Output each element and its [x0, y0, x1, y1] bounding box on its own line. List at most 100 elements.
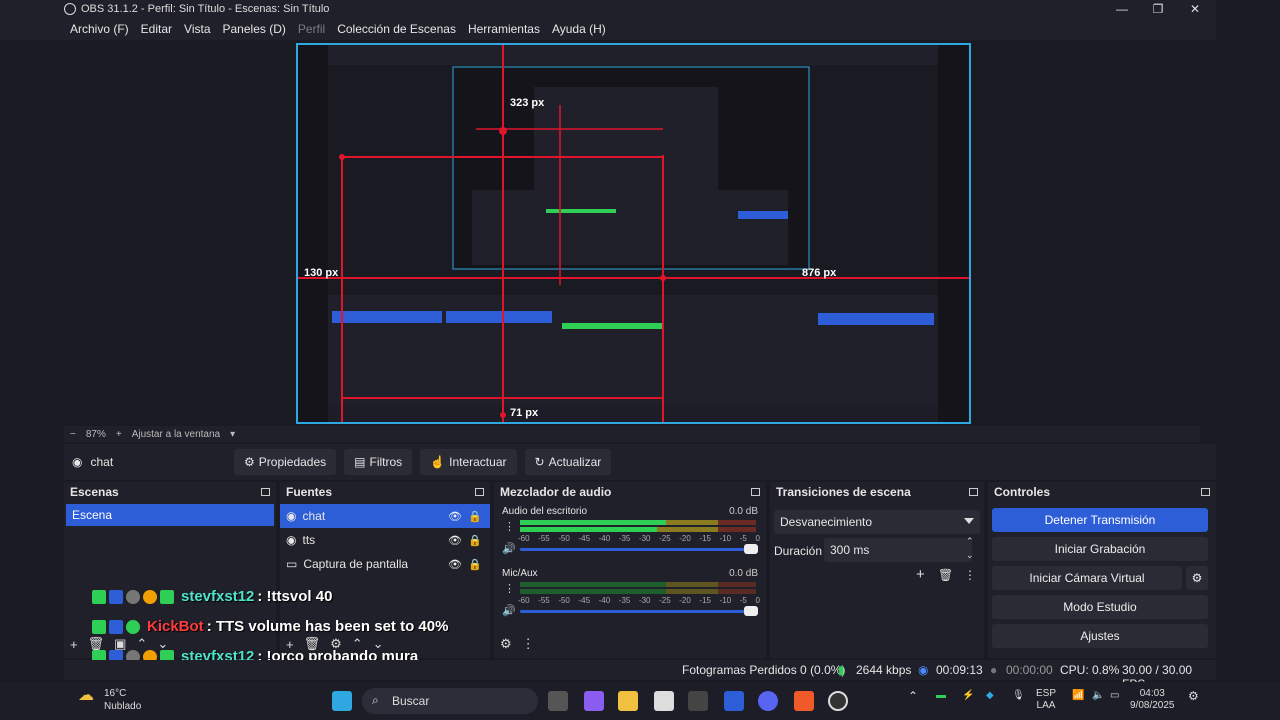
- more-icon[interactable]: ⋮: [964, 568, 976, 582]
- more-icon[interactable]: ⋮: [522, 636, 535, 652]
- menu-archivo[interactable]: Archivo (F): [70, 22, 129, 36]
- more-icon[interactable]: ⋮: [504, 582, 515, 595]
- clock[interactable]: 04:03 9/08/2025: [1130, 688, 1175, 712]
- stream-time: 00:09:13: [936, 663, 983, 677]
- defender-icon[interactable]: ◆: [986, 690, 994, 702]
- microphone-icon[interactable]: 🎙: [1012, 690, 1025, 702]
- volume-slider[interactable]: [520, 610, 754, 613]
- maximize-button[interactable]: ❐: [1141, 0, 1175, 18]
- filters-button[interactable]: ▤ Filtros: [344, 449, 413, 475]
- studio-mode-button[interactable]: Modo Estudio: [992, 595, 1208, 619]
- menu-coleccion-escenas[interactable]: Colección de Escenas: [337, 22, 456, 36]
- undock-icon[interactable]: [475, 488, 484, 496]
- menu-vista[interactable]: Vista: [184, 22, 210, 36]
- scene-item[interactable]: Escena: [66, 504, 274, 526]
- stop-streaming-button[interactable]: Detener Transmisión: [992, 508, 1208, 532]
- lock-icon[interactable]: 🔒: [468, 534, 482, 547]
- chevron-down-icon[interactable]: ⌄: [966, 550, 974, 561]
- settings-button[interactable]: Ajustes: [992, 624, 1208, 648]
- duration-input[interactable]: 300 ms: [824, 538, 972, 562]
- obs-logo-icon: [64, 3, 76, 15]
- eye-icon[interactable]: 👁: [448, 534, 462, 547]
- chevron-down-icon: [964, 518, 974, 524]
- app-icon[interactable]: [688, 691, 708, 711]
- usb-icon[interactable]: ⚡: [962, 690, 974, 702]
- refresh-button[interactable]: ↻ Actualizar: [524, 449, 612, 475]
- wifi-icon[interactable]: 📶: [1072, 690, 1084, 702]
- chat-username: KickBot: [147, 618, 204, 635]
- menu-ayuda[interactable]: Ayuda (H): [552, 22, 606, 36]
- tray-app-icon[interactable]: ▬: [936, 690, 946, 702]
- trash-icon[interactable]: 🗑: [938, 568, 953, 582]
- more-icon[interactable]: ⋮: [504, 520, 515, 533]
- program-preview[interactable]: 323 px 130 px 876 px 71 px: [296, 43, 971, 424]
- obs-taskbar-icon[interactable]: [828, 691, 848, 711]
- lock-icon[interactable]: 🔒: [468, 510, 482, 523]
- chevron-up-icon[interactable]: ⌃: [908, 690, 918, 702]
- minimize-button[interactable]: —: [1105, 0, 1139, 18]
- kick-badge-icon: [92, 589, 106, 604]
- current-source-name: chat: [90, 455, 114, 469]
- chevron-up-icon[interactable]: ⌃: [966, 536, 974, 547]
- title-bar: OBS 31.1.2 - Perfil: Sin Título - Escena…: [0, 0, 1216, 18]
- undock-icon[interactable]: [1201, 488, 1210, 496]
- chevron-down-icon[interactable]: ▾: [230, 429, 235, 440]
- speaker-icon[interactable]: 🔊: [502, 542, 516, 555]
- volume-icon[interactable]: 🔈: [1092, 690, 1104, 702]
- eye-icon[interactable]: 👁: [448, 510, 462, 523]
- track-name: Mic/Aux: [502, 568, 538, 579]
- copilot-icon[interactable]: [584, 691, 604, 711]
- record-icon: ●: [990, 663, 998, 677]
- volume-slider-handle[interactable]: [744, 544, 758, 554]
- track-name: Audio del escritorio: [502, 506, 588, 517]
- lock-icon[interactable]: 🔒: [468, 558, 482, 571]
- eye-icon[interactable]: 👁: [448, 558, 462, 571]
- current-source: ◉ chat: [72, 455, 232, 469]
- discord-icon[interactable]: [758, 691, 778, 711]
- source-item-chat[interactable]: ◉ chat 👁 🔒: [280, 504, 490, 528]
- source-item-tts[interactable]: ◉ tts 👁 🔒: [280, 528, 490, 552]
- menu-herramientas[interactable]: Herramientas: [468, 22, 540, 36]
- track-db: 0.0 dB: [729, 506, 758, 517]
- store-icon[interactable]: [654, 691, 674, 711]
- menu-paneles[interactable]: Paneles (D): [223, 22, 286, 36]
- menu-editar[interactable]: Editar: [141, 22, 172, 36]
- weather-widget[interactable]: ☁ 16°C Nublado: [78, 687, 141, 713]
- vscode-icon[interactable]: [724, 691, 744, 711]
- undock-icon[interactable]: [751, 488, 760, 496]
- gear-icon[interactable]: ⚙: [500, 636, 512, 652]
- undock-icon[interactable]: [261, 488, 270, 496]
- zoom-in-button[interactable]: +: [116, 429, 122, 440]
- sub-badge-icon: [126, 589, 140, 604]
- taskbar-search[interactable]: ⌕ Buscar: [362, 688, 538, 714]
- transitions-dock: Transiciones de escena Desvanecimiento D…: [770, 482, 984, 658]
- volume-slider-handle[interactable]: [744, 606, 758, 616]
- volume-slider[interactable]: [520, 548, 754, 551]
- start-virtual-camera-button[interactable]: Iniciar Cámara Virtual: [992, 566, 1182, 590]
- speaker-icon[interactable]: 🔊: [502, 604, 516, 617]
- battery-icon[interactable]: ▭: [1110, 690, 1119, 702]
- windows-taskbar: ☁ 16°C Nublado ⌕ Buscar ⌃ ▬ ⚡ ◆ 🎙 ESP LA…: [0, 682, 1280, 720]
- start-recording-button[interactable]: Iniciar Grabación: [992, 537, 1208, 561]
- windows-start-icon[interactable]: [332, 691, 352, 711]
- source-item-screen-capture[interactable]: ▭ Captura de pantalla 👁 🔒: [280, 552, 490, 576]
- filters-label: Filtros: [369, 455, 403, 469]
- zoom-fit-select[interactable]: Ajustar a la ventana: [132, 429, 220, 440]
- menu-perfil[interactable]: Perfil: [298, 22, 325, 36]
- interact-button[interactable]: ☝ Interactuar: [420, 449, 517, 475]
- undock-icon[interactable]: [969, 488, 978, 496]
- task-view-icon[interactable]: [548, 691, 568, 711]
- file-explorer-icon[interactable]: [618, 691, 638, 711]
- gear-icon: ⚙: [244, 455, 255, 469]
- zoom-out-button[interactable]: −: [70, 429, 76, 440]
- transition-select[interactable]: Desvanecimiento: [774, 510, 980, 534]
- close-button[interactable]: ✕: [1178, 0, 1212, 18]
- properties-button[interactable]: ⚙ Propiedades: [234, 449, 337, 475]
- add-scene-icon[interactable]: +: [70, 637, 78, 652]
- notifications-icon[interactable]: ⚙: [1188, 690, 1199, 702]
- add-transition-icon[interactable]: +: [916, 566, 925, 583]
- virtual-camera-settings-button[interactable]: ⚙: [1186, 566, 1208, 590]
- language-indicator[interactable]: ESP LAA: [1036, 688, 1056, 712]
- brave-icon[interactable]: [794, 691, 814, 711]
- sources-dock-header: Fuentes: [280, 482, 490, 502]
